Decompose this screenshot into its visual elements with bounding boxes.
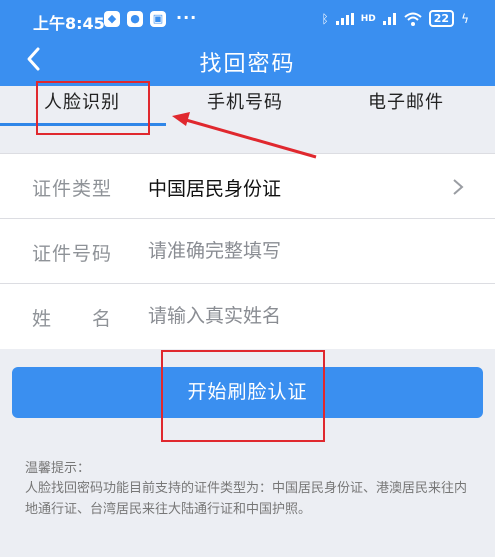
security-icon: ●	[127, 11, 143, 27]
chevron-right-icon	[453, 179, 464, 195]
tab-phone-number[interactable]: 手机号码	[207, 88, 283, 114]
start-face-auth-button[interactable]: 开始刷脸认证	[12, 367, 483, 418]
id-number-input[interactable]	[148, 233, 448, 269]
tab-face-recognition[interactable]: 人脸识别	[44, 88, 120, 114]
page-title: 找回密码	[199, 52, 296, 77]
tip-body: 人脸找回密码功能目前支持的证件类型为：中国居民身份证、港澳居民来往内地通行证、台…	[25, 481, 468, 517]
bluetooth-icon: ᛒ	[321, 11, 329, 26]
id-number-row: 证件号码	[0, 219, 495, 284]
recovery-form: 证件类型 中国居民身份证 证件号码 姓 名	[0, 153, 495, 349]
app-icon: ▣	[150, 11, 166, 27]
shield-icon: ◆	[104, 11, 120, 27]
wifi-icon	[404, 12, 422, 26]
name-row: 姓 名	[0, 284, 495, 349]
id-type-label: 证件类型	[32, 178, 113, 200]
signal-icon	[335, 12, 354, 25]
name-input[interactable]	[148, 298, 448, 334]
active-tab-indicator	[0, 123, 166, 126]
status-right: ᛒ HD 22 ϟ	[322, 10, 469, 27]
app-header: 上午8:45 ◆ ● ▣ ··· ᛒ HD 22 ϟ 找回密码	[0, 0, 495, 86]
status-bar: 上午8:45 ◆ ● ▣ ··· ᛒ HD 22 ϟ	[0, 0, 495, 40]
status-time: 上午8:45	[33, 14, 105, 33]
network-type: HD	[360, 13, 376, 24]
tab-email[interactable]: 电子邮件	[368, 88, 444, 114]
name-label: 姓 名	[32, 308, 113, 330]
signal-icon-2	[382, 12, 396, 25]
battery-icon: 22	[428, 10, 455, 27]
tab-bar: 人脸识别 手机号码 电子邮件	[0, 86, 495, 126]
charging-icon: ϟ	[461, 11, 469, 26]
id-type-row[interactable]: 证件类型 中国居民身份证	[0, 154, 495, 219]
id-type-value[interactable]: 中国居民身份证	[148, 174, 281, 201]
more-notifications-icon: ···	[176, 8, 198, 27]
id-number-label: 证件号码	[32, 243, 113, 265]
tip-title: 温馨提示：	[25, 461, 91, 476]
